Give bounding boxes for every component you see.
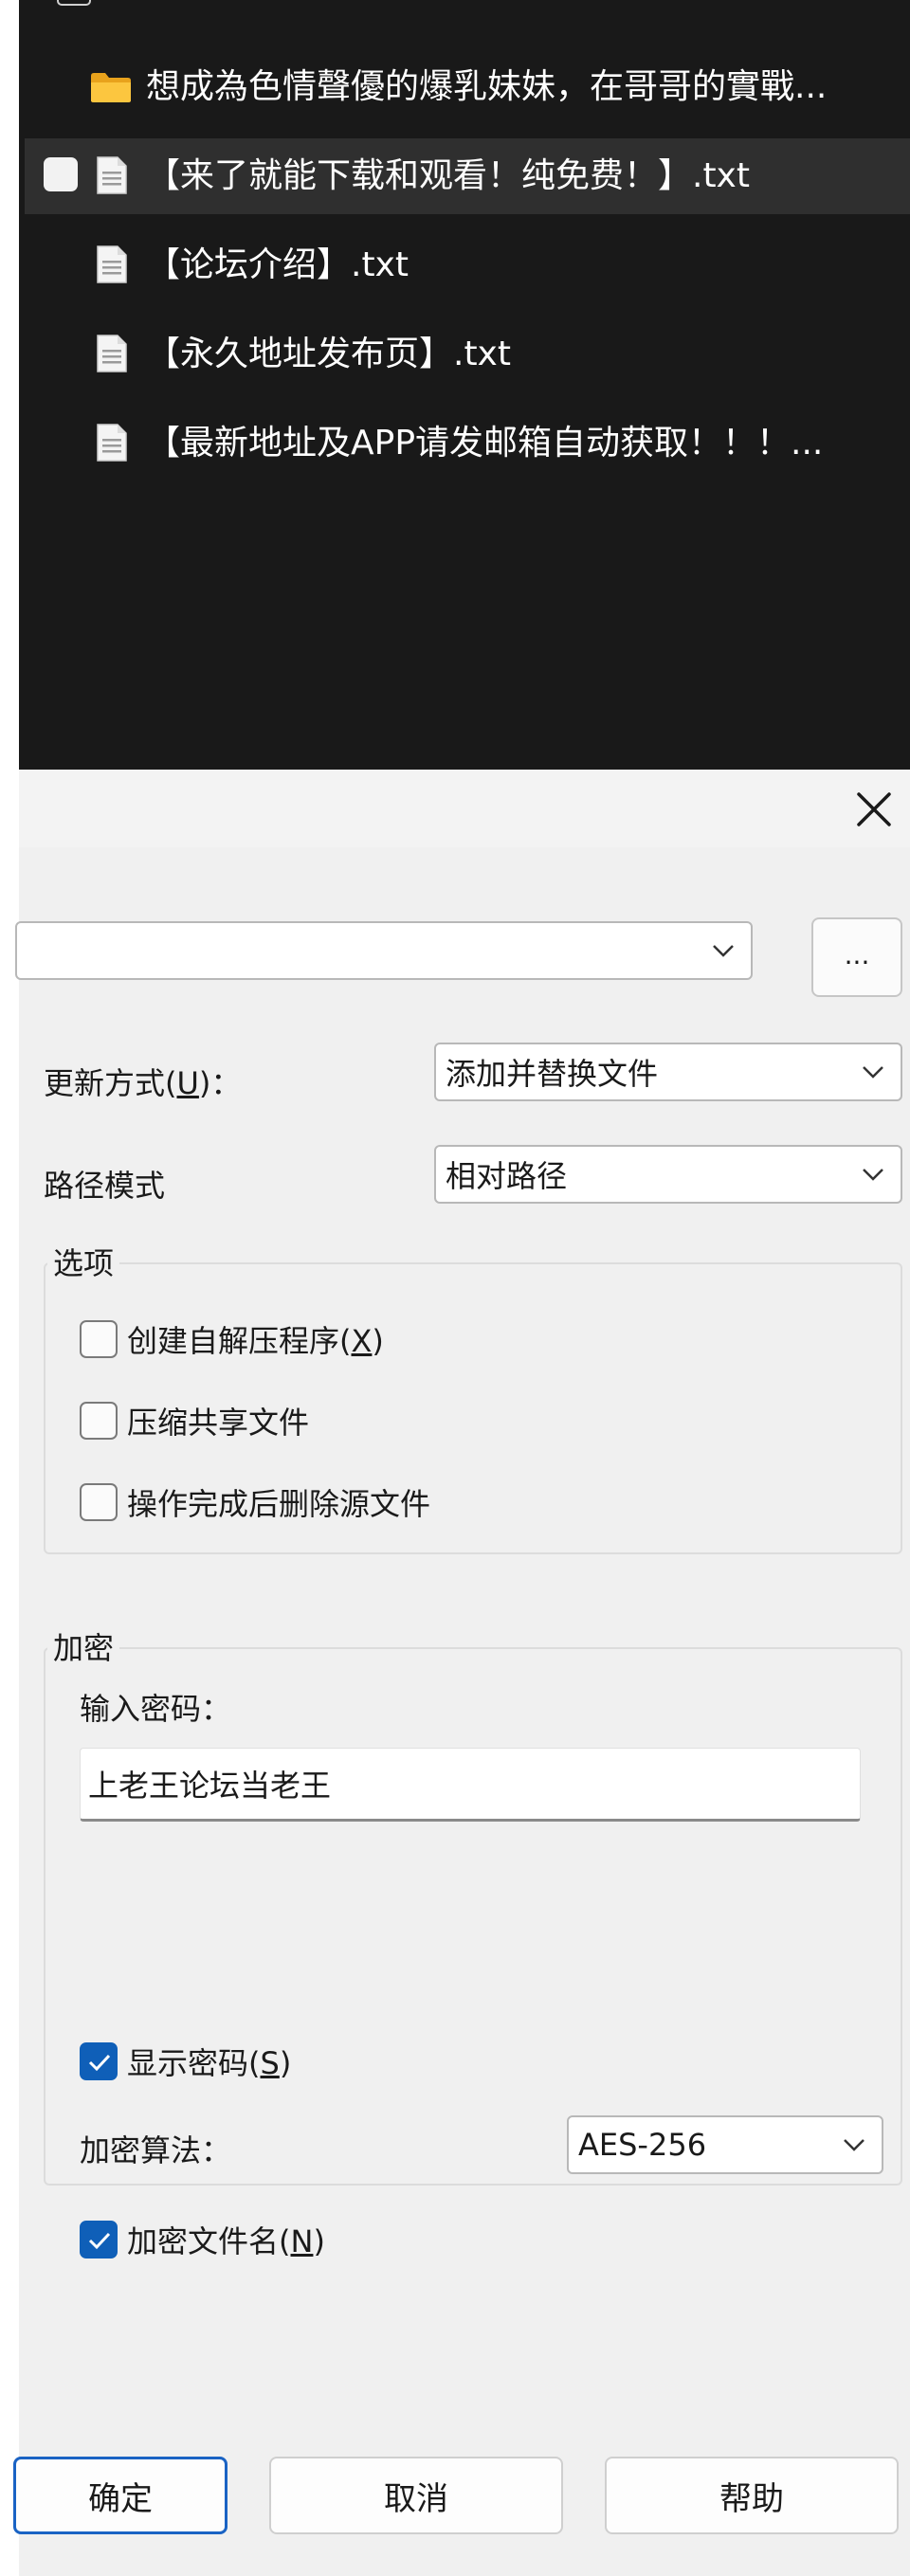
chevron-down-icon bbox=[863, 1066, 883, 1079]
row-checkbox[interactable] bbox=[44, 157, 78, 191]
password-label: 输入密码： bbox=[80, 1691, 232, 1727]
file-name: 想成為色情聲優的爆乳妹妹，在哥哥的實戰... bbox=[146, 67, 828, 106]
check-icon bbox=[88, 2232, 111, 2250]
help-button[interactable]: 帮助 bbox=[605, 2457, 899, 2534]
text-file-icon bbox=[97, 335, 127, 372]
algorithm-select[interactable]: AES-256 bbox=[567, 2115, 883, 2174]
chevron-down-icon bbox=[713, 945, 734, 957]
checkbox-box[interactable] bbox=[80, 1483, 118, 1521]
path-mode-value: 相对路径 bbox=[446, 1158, 568, 1194]
checkbox-label: 显示密码(S) bbox=[127, 2045, 292, 2081]
checkbox-box-checked[interactable] bbox=[80, 2042, 118, 2080]
dialog-title-bar bbox=[19, 770, 910, 847]
checkbox-box[interactable] bbox=[80, 1320, 118, 1358]
update-mode-value: 添加并替换文件 bbox=[446, 1056, 659, 1092]
close-icon[interactable] bbox=[853, 789, 895, 830]
file-explorer: 想成為色情聲優的爆乳妹妹，在哥哥的實戰... 【来了就能下载和观看！纯免费！】.… bbox=[19, 0, 910, 770]
folder-icon bbox=[91, 73, 131, 102]
file-name: 【论坛介绍】.txt bbox=[146, 245, 409, 284]
options-group-title: 选项 bbox=[47, 1240, 120, 1283]
path-mode-select[interactable]: 相对路径 bbox=[434, 1145, 902, 1204]
file-row[interactable]: 【论坛介绍】.txt bbox=[25, 227, 910, 303]
checkbox-label: 加密文件名(N) bbox=[127, 2223, 325, 2259]
dialog-body: ... 更新方式(U)： 添加并替换文件 路径模式 相对路径 选项 创建自解压程… bbox=[13, 847, 910, 2576]
checkbox-box[interactable] bbox=[80, 1402, 118, 1440]
file-name: 【来了就能下载和观看！纯免费！】.txt bbox=[146, 156, 750, 195]
path-mode-label: 路径模式 bbox=[44, 1168, 166, 1204]
text-file-icon bbox=[97, 156, 127, 194]
file-name: 【最新地址及APP请发邮箱自动获取！！！... bbox=[146, 424, 824, 463]
checkbox-label: 创建自解压程序(X) bbox=[127, 1323, 384, 1359]
encryption-group-title: 加密 bbox=[47, 1624, 120, 1668]
file-row-folder[interactable]: 想成為色情聲優的爆乳妹妹，在哥哥的實戰... bbox=[25, 49, 910, 125]
file-row[interactable]: 【永久地址发布页】.txt bbox=[25, 317, 910, 392]
file-row-selected[interactable]: 【来了就能下载和观看！纯免费！】.txt bbox=[25, 138, 910, 214]
text-file-icon bbox=[97, 424, 127, 462]
chevron-down-icon bbox=[863, 1169, 883, 1181]
update-mode-label: 更新方式(U)： bbox=[44, 1065, 242, 1101]
header-checkbox[interactable] bbox=[57, 0, 91, 6]
check-icon bbox=[88, 2054, 111, 2072]
checkbox-label: 操作完成后删除源文件 bbox=[127, 1486, 431, 1522]
algorithm-value: AES-256 bbox=[578, 2127, 707, 2163]
password-input[interactable] bbox=[80, 1748, 861, 1822]
algorithm-label: 加密算法： bbox=[80, 2132, 232, 2168]
cancel-button[interactable]: 取消 bbox=[269, 2457, 563, 2534]
checkbox-label: 压缩共享文件 bbox=[127, 1405, 310, 1441]
archive-path-combo[interactable] bbox=[15, 921, 753, 980]
ok-button[interactable]: 确定 bbox=[13, 2457, 228, 2534]
create-sfx-checkbox[interactable]: 创建自解压程序(X) bbox=[80, 1317, 384, 1361]
compress-shared-checkbox[interactable]: 压缩共享文件 bbox=[80, 1399, 309, 1442]
checkbox-box-checked[interactable] bbox=[80, 2221, 118, 2259]
show-password-checkbox[interactable]: 显示密码(S) bbox=[80, 2040, 291, 2083]
text-file-icon bbox=[97, 245, 127, 283]
delete-source-checkbox[interactable]: 操作完成后删除源文件 bbox=[80, 1480, 430, 1524]
file-name: 【永久地址发布页】.txt bbox=[146, 335, 511, 373]
update-mode-select[interactable]: 添加并替换文件 bbox=[434, 1043, 902, 1101]
file-row[interactable]: 【最新地址及APP请发邮箱自动获取！！！... bbox=[25, 406, 910, 481]
encrypt-names-checkbox[interactable]: 加密文件名(N) bbox=[80, 2218, 325, 2261]
archive-dialog: ... 更新方式(U)： 添加并替换文件 路径模式 相对路径 选项 创建自解压程… bbox=[13, 770, 910, 2576]
browse-button[interactable]: ... bbox=[811, 917, 902, 997]
chevron-down-icon bbox=[844, 2139, 864, 2151]
